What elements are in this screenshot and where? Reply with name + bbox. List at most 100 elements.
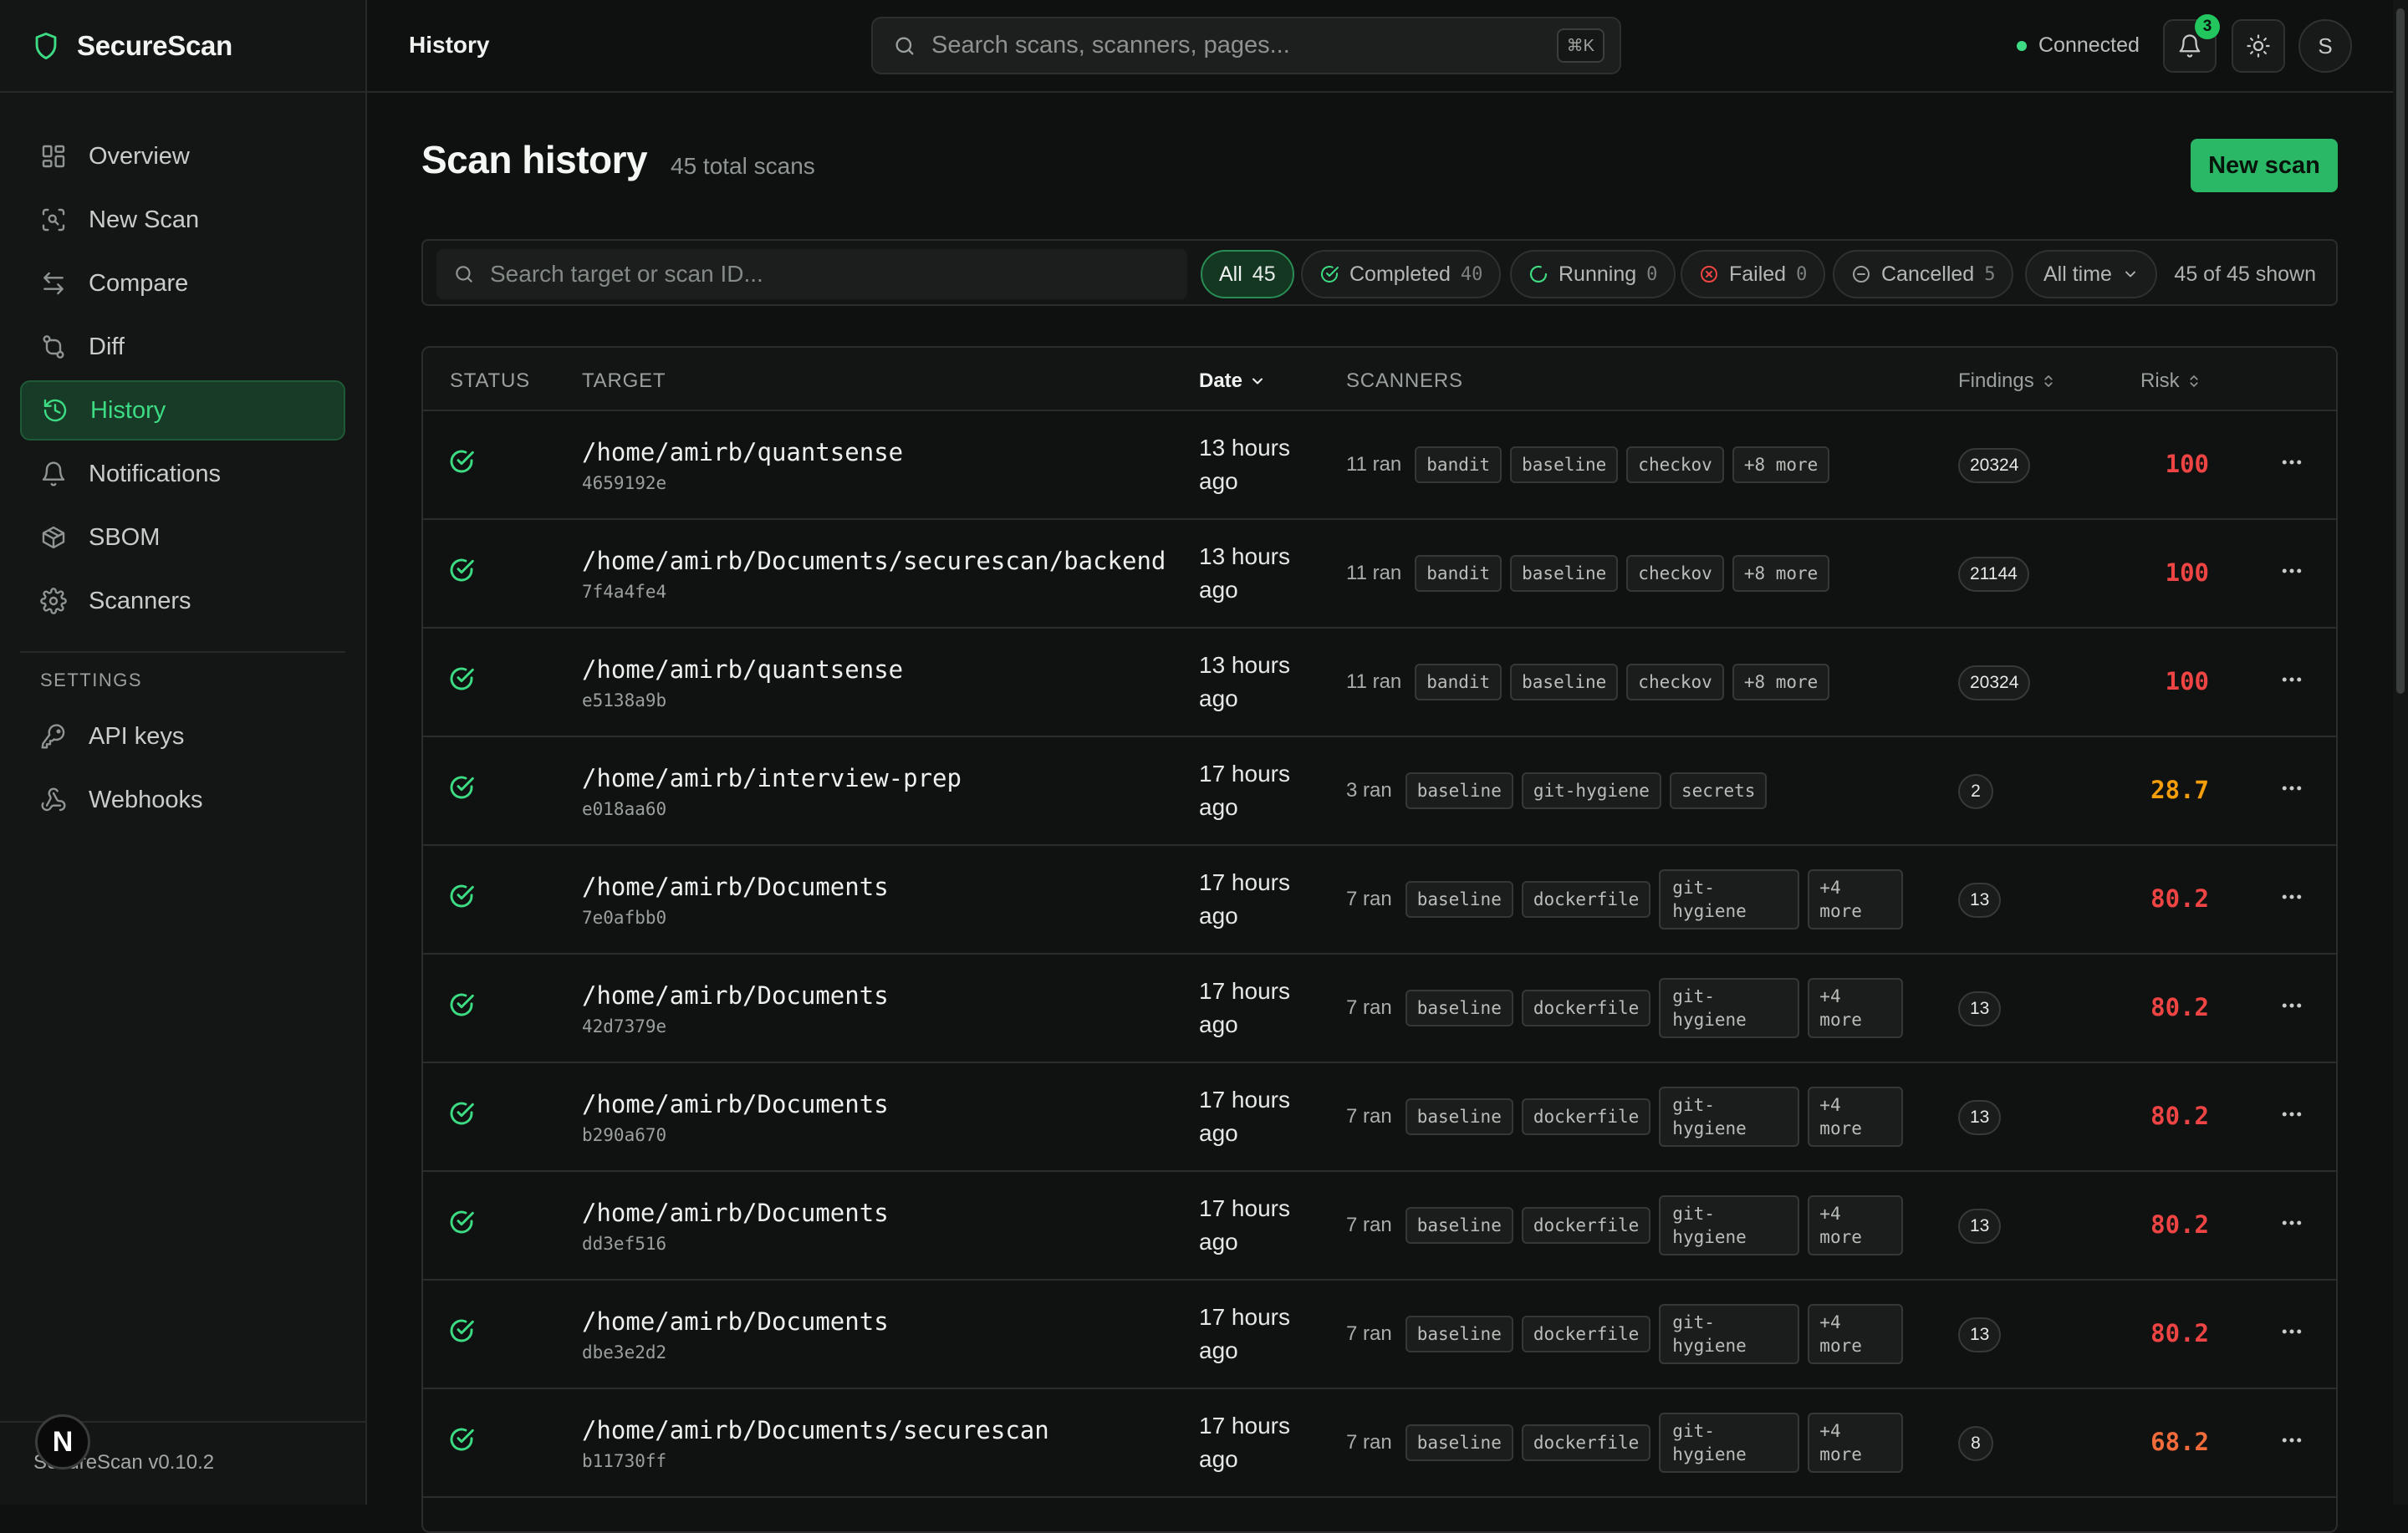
risk-score: 80.2 xyxy=(2150,1210,2209,1239)
target-path[interactable]: /home/amirb/Documents xyxy=(582,873,889,901)
sidebar-item-label: Notifications xyxy=(89,460,221,487)
target-cell: /home/amirb/Documents 7e0afbb0 xyxy=(582,873,889,928)
target-path[interactable]: /home/amirb/Documents xyxy=(582,1307,889,1336)
more-options-icon[interactable] xyxy=(2279,884,2304,909)
scanners-ran-count: 7 ran xyxy=(1346,996,1392,1019)
table-row[interactable]: /home/amirb/quantsense 4659192e 13 hours… xyxy=(423,411,2336,520)
sidebar-item-diff[interactable]: Diff xyxy=(20,317,345,377)
filter-chip-cancelled[interactable]: Cancelled 5 xyxy=(1833,250,2014,298)
notifications-button[interactable]: 3 xyxy=(2163,14,2220,73)
table-row[interactable]: /home/amirb/Documents/securescan b11730f… xyxy=(423,1389,2336,1498)
more-options-icon[interactable] xyxy=(2279,667,2304,692)
findings-badge: 20324 xyxy=(1958,448,2031,483)
sidebar-item-scanners[interactable]: Scanners xyxy=(20,571,345,631)
column-target: TARGET xyxy=(582,369,666,392)
scanner-tag: dockerfile xyxy=(1521,881,1651,918)
scan-date: 17 hours ago xyxy=(1199,1413,1290,1472)
more-options-icon[interactable] xyxy=(2279,993,2304,1018)
target-path[interactable]: /home/amirb/Documents xyxy=(582,1199,889,1227)
filter-chip-completed[interactable]: Completed 40 xyxy=(1301,250,1502,298)
scanners-ran-count: 11 ran xyxy=(1346,453,1402,476)
scanners-cell: 7 ran baseline dockerfile git- hygiene +4 m… xyxy=(1346,1281,1904,1388)
more-scanners-tag: +4 more xyxy=(1808,978,1904,1038)
time-range-select[interactable]: All time xyxy=(2025,250,2157,298)
target-cell: /home/amirb/interview-prep e018aa60 xyxy=(582,764,962,819)
dev-tools-badge[interactable]: N xyxy=(35,1414,90,1469)
scan-date: 13 hours ago xyxy=(1199,435,1290,494)
user-avatar[interactable]: S xyxy=(2298,19,2352,73)
scan-id: e5138a9b xyxy=(582,690,667,710)
table-row[interactable]: /home/amirb/Documents b290a670 17 hours … xyxy=(423,1063,2336,1172)
table-row[interactable]: /home/amirb/Documents dbe3e2d2 17 hours … xyxy=(423,1281,2336,1389)
table-row[interactable]: /home/amirb/Documents/securescan/backend… xyxy=(423,520,2336,629)
table-row[interactable]: /home/amirb/Documents 42d7379e 17 hours … xyxy=(423,955,2336,1063)
scrollbar-thumb[interactable] xyxy=(2396,8,2405,694)
scan-id: dbe3e2d2 xyxy=(582,1342,667,1362)
target-path[interactable]: /home/amirb/Documents xyxy=(582,1090,889,1118)
brand[interactable]: SecureScan xyxy=(0,0,365,93)
scan-date: 17 hours ago xyxy=(1199,1304,1290,1363)
notification-count-badge: 3 xyxy=(2195,14,2220,39)
target-path[interactable]: /home/amirb/Documents/securescan xyxy=(582,1416,1049,1444)
target-path[interactable]: /home/amirb/Documents xyxy=(582,981,889,1010)
global-search[interactable]: Search scans, scanners, pages... ⌘K xyxy=(871,17,1621,74)
scanners-ran-count: 3 ran xyxy=(1346,779,1392,802)
table-body: /home/amirb/quantsense 4659192e 13 hours… xyxy=(423,411,2336,1498)
target-path[interactable]: /home/amirb/Documents/securescan/backend xyxy=(582,547,1166,575)
filter-chip-all[interactable]: All 45 xyxy=(1201,250,1294,298)
filter-chip-running[interactable]: Running 0 xyxy=(1510,250,1676,298)
chip-count: 40 xyxy=(1460,263,1483,285)
column-date[interactable]: Date xyxy=(1199,369,1266,393)
more-options-icon[interactable] xyxy=(2279,1319,2304,1344)
key-icon xyxy=(40,723,67,750)
sidebar-item-api-keys[interactable]: API keys xyxy=(20,706,345,766)
sidebar-item-overview[interactable]: Overview xyxy=(20,126,345,186)
table-row[interactable]: /home/amirb/Documents 7e0afbb0 17 hours … xyxy=(423,846,2336,955)
scanner-tag: git- hygiene xyxy=(1659,1304,1800,1364)
search-icon xyxy=(893,34,916,58)
spinner-icon xyxy=(1528,264,1548,284)
more-scanners-tag: +4 more xyxy=(1808,1304,1904,1364)
column-findings[interactable]: Findings xyxy=(1958,369,2056,393)
scanners-cell: 7 ran baseline dockerfile git- hygiene +4 m… xyxy=(1346,1389,1904,1496)
more-options-icon[interactable] xyxy=(2279,776,2304,801)
new-scan-button[interactable]: New scan xyxy=(2191,139,2338,192)
findings-badge: 13 xyxy=(1958,883,2002,918)
more-options-icon[interactable] xyxy=(2279,1102,2304,1127)
target-cell: /home/amirb/Documents dbe3e2d2 xyxy=(582,1307,889,1362)
table-row[interactable]: /home/amirb/quantsense e5138a9b 13 hours… xyxy=(423,629,2336,737)
table-row[interactable]: /home/amirb/Documents dd3ef516 17 hours … xyxy=(423,1172,2336,1281)
target-cell: /home/amirb/Documents 42d7379e xyxy=(582,981,889,1036)
theme-toggle-button[interactable] xyxy=(2232,19,2285,73)
sidebar-item-history[interactable]: History xyxy=(20,380,345,441)
target-cell: /home/amirb/Documents/securescan b11730f… xyxy=(582,1416,1049,1471)
chip-count: 0 xyxy=(1646,263,1658,285)
target-path[interactable]: /home/amirb/quantsense xyxy=(582,438,903,466)
scan-id: 42d7379e xyxy=(582,1016,667,1036)
settings-heading: SETTINGS xyxy=(40,670,143,690)
target-path[interactable]: /home/amirb/quantsense xyxy=(582,655,903,684)
sidebar-item-compare[interactable]: Compare xyxy=(20,253,345,313)
scan-search-input[interactable]: Search target or scan ID... xyxy=(436,249,1187,299)
table-row[interactable]: /home/amirb/interview-prep e018aa60 17 h… xyxy=(423,737,2336,846)
scanner-tag: git- hygiene xyxy=(1659,1087,1800,1147)
more-options-icon[interactable] xyxy=(2279,1428,2304,1453)
shield-icon xyxy=(33,32,59,60)
more-options-icon[interactable] xyxy=(2279,1210,2304,1235)
findings-badge: 2 xyxy=(1958,774,1993,809)
sidebar-item-webhooks[interactable]: Webhooks xyxy=(20,770,345,830)
scanner-tag: baseline xyxy=(1405,1424,1513,1461)
findings-badge: 13 xyxy=(1958,1317,2002,1352)
column-risk[interactable]: Risk xyxy=(2140,369,2201,393)
chip-label: Completed xyxy=(1349,262,1451,286)
scanner-tag: baseline xyxy=(1405,772,1513,809)
target-path[interactable]: /home/amirb/interview-prep xyxy=(582,764,962,792)
filter-chip-failed[interactable]: Failed 0 xyxy=(1681,250,1826,298)
scanners-cell: 7 ran baseline dockerfile git- hygiene +4 m… xyxy=(1346,955,1904,1062)
more-options-icon[interactable] xyxy=(2279,558,2304,583)
more-options-icon[interactable] xyxy=(2279,450,2304,475)
minus-circle-icon xyxy=(1851,264,1871,284)
sidebar-item-notifications[interactable]: Notifications xyxy=(20,444,345,504)
sidebar-item-sbom[interactable]: SBOM xyxy=(20,507,345,568)
sidebar-item-new-scan[interactable]: New Scan xyxy=(20,190,345,250)
